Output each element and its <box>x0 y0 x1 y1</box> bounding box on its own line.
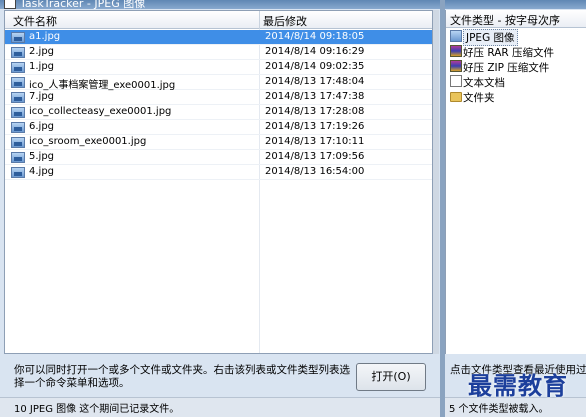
file-row[interactable]: ico_collecteasy_exe0001.jpg 2014/8/13 17… <box>5 105 432 120</box>
file-type-label: 文本文档 <box>463 77 505 89</box>
file-modified: 2014/8/13 17:09:56 <box>265 151 365 162</box>
file-name: 5.jpg <box>29 151 55 162</box>
jpeg-file-icon <box>11 152 25 163</box>
column-header-file-name[interactable]: 文件名称 <box>13 13 57 29</box>
zip-archive-icon <box>450 60 462 72</box>
file-row[interactable]: 7.jpg 2014/8/13 17:47:38 <box>5 90 432 105</box>
file-row[interactable]: ico_sroom_exe0001.jpg 2014/8/13 17:10:11 <box>5 135 432 150</box>
file-name: 2.jpg <box>29 46 55 57</box>
file-row[interactable]: a1.jpg 2014/8/14 09:18:05 <box>5 30 432 45</box>
status-text: 10 JPEG 图像 这个期间已记录文件。 <box>14 404 180 415</box>
hint-text: 你可以同时打开一个或多个文件或文件夹。右击该列表或文件类型列表选择一个命令菜单和… <box>14 364 350 389</box>
jpeg-file-icon <box>11 77 25 88</box>
text-document-icon <box>450 75 462 87</box>
file-modified: 2014/8/13 17:28:08 <box>265 106 365 117</box>
file-row[interactable]: 2.jpg 2014/8/14 09:16:29 <box>5 45 432 60</box>
file-name: ico_collecteasy_exe0001.jpg <box>29 106 172 117</box>
file-type-label: 文件夹 <box>463 92 495 104</box>
file-name: ico_人事档案管理_exe0001.jpg <box>29 80 176 91</box>
file-type-panel[interactable]: 文件类型 - 按字母次序 JPEG 图像 好压 RAR 压缩文件 好压 ZIP … <box>445 10 586 354</box>
file-type-label: 好压 RAR 压缩文件 <box>463 47 555 59</box>
jpeg-file-icon <box>11 47 25 58</box>
open-button[interactable]: 打开(O) <box>356 363 426 391</box>
file-modified: 2014/8/13 17:48:04 <box>265 76 365 87</box>
file-type-list: JPEG 图像 好压 RAR 压缩文件 好压 ZIP 压缩文件 文本文档 文件夹 <box>446 29 586 104</box>
file-list-scrollbar[interactable] <box>433 10 439 354</box>
file-type-item-rar[interactable]: 好压 RAR 压缩文件 <box>446 44 586 59</box>
file-list-header: 文件名称 最后修改 <box>5 11 432 29</box>
jpeg-file-icon <box>11 122 25 133</box>
file-modified: 2014/8/14 09:18:05 <box>265 31 365 42</box>
column-separator[interactable] <box>259 11 260 29</box>
file-name: ico_sroom_exe0001.jpg <box>29 136 147 147</box>
file-row[interactable]: ico_人事档案管理_exe0001.jpg 2014/8/13 17:48:0… <box>5 75 432 91</box>
file-type-item-jpeg[interactable]: JPEG 图像 <box>446 29 586 46</box>
file-type-label: 好压 ZIP 压缩文件 <box>463 62 550 74</box>
jpeg-file-icon <box>11 137 25 148</box>
file-modified: 2014/8/13 16:54:00 <box>265 166 365 177</box>
file-type-header[interactable]: 文件类型 - 按字母次序 <box>446 10 586 28</box>
file-name: 1.jpg <box>29 61 55 72</box>
file-type-item-zip[interactable]: 好压 ZIP 压缩文件 <box>446 59 586 74</box>
watermark-text: 最需教育 <box>468 371 568 400</box>
jpeg-file-icon <box>11 167 25 178</box>
jpeg-file-icon <box>11 62 25 73</box>
window-title: TaskTracker - JPEG 图像 <box>20 0 146 9</box>
file-list-panel[interactable]: 文件名称 最后修改 a1.jpg 2014/8/14 09:18:05 2.jp… <box>4 10 433 354</box>
file-modified: 2014/8/13 17:10:11 <box>265 136 365 147</box>
file-rows: a1.jpg 2014/8/14 09:18:05 2.jpg 2014/8/1… <box>5 30 432 180</box>
file-name: 6.jpg <box>29 121 55 132</box>
file-name: 4.jpg <box>29 166 55 177</box>
file-modified: 2014/8/14 09:02:35 <box>265 61 365 72</box>
app-icon <box>4 0 16 9</box>
file-type-item-text[interactable]: 文本文档 <box>446 74 586 89</box>
file-modified: 2014/8/13 17:47:38 <box>265 91 365 102</box>
column-header-last-modified[interactable]: 最后修改 <box>263 13 307 29</box>
file-type-item-folder[interactable]: 文件夹 <box>446 89 586 104</box>
status-bar: 10 JPEG 图像 这个期间已记录文件。 <box>0 397 440 417</box>
file-name: 7.jpg <box>29 91 55 102</box>
folder-icon <box>450 92 462 102</box>
jpeg-image-icon <box>450 30 462 42</box>
jpeg-file-icon <box>11 32 25 43</box>
file-row[interactable]: 6.jpg 2014/8/13 17:19:26 <box>5 120 432 135</box>
file-row[interactable]: 4.jpg 2014/8/13 16:54:00 <box>5 165 432 180</box>
rar-archive-icon <box>450 45 462 57</box>
file-modified: 2014/8/13 17:19:26 <box>265 121 365 132</box>
file-modified: 2014/8/14 09:16:29 <box>265 46 365 57</box>
file-name: a1.jpg <box>29 31 61 42</box>
title-bar: TaskTracker - JPEG 图像 <box>0 0 586 9</box>
jpeg-file-icon <box>11 107 25 118</box>
jpeg-file-icon <box>11 92 25 103</box>
file-row[interactable]: 5.jpg 2014/8/13 17:09:56 <box>5 150 432 165</box>
file-row[interactable]: 1.jpg 2014/8/14 09:02:35 <box>5 60 432 75</box>
